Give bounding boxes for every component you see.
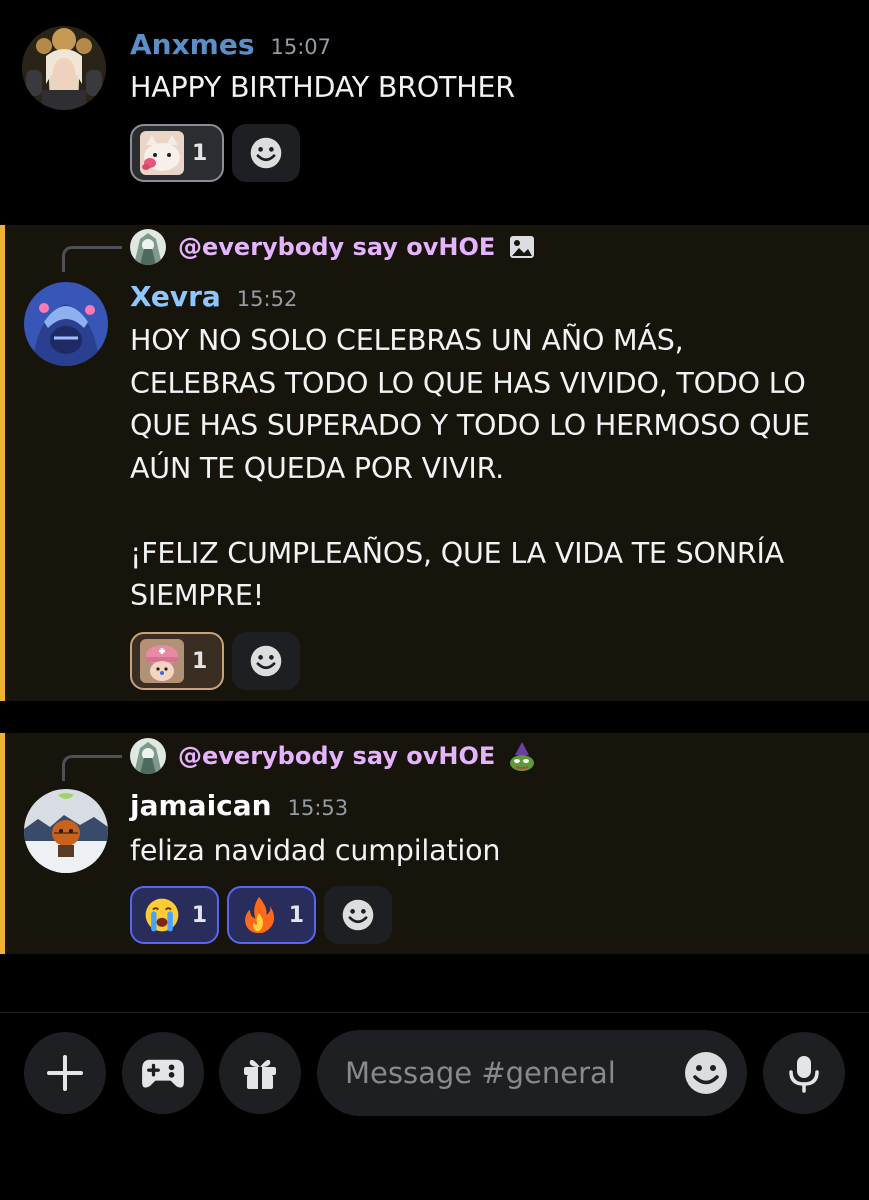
- reply-connector: [62, 246, 122, 272]
- reaction-fire[interactable]: 1: [227, 886, 316, 944]
- activities-button[interactable]: [122, 1032, 204, 1114]
- microphone-icon: [789, 1056, 819, 1093]
- emoji-icon: [250, 137, 282, 169]
- gift-button[interactable]: [219, 1032, 301, 1114]
- reply-username: @everybody say ovHOE: [178, 233, 496, 261]
- reply-preview[interactable]: @everybody say ovHOE: [130, 229, 537, 265]
- add-reaction-button[interactable]: [232, 124, 300, 182]
- gift-icon: [244, 1059, 276, 1089]
- add-reaction-button[interactable]: [324, 886, 392, 944]
- username[interactable]: jamaican: [130, 789, 272, 822]
- reaction-cat-kiss[interactable]: 1: [130, 124, 224, 182]
- message-input[interactable]: Message #general: [317, 1030, 747, 1116]
- avatar-anxmes[interactable]: [22, 26, 106, 110]
- add-attachment-button[interactable]: [24, 1032, 106, 1114]
- reaction-count: 1: [192, 140, 208, 166]
- reaction-count: 1: [191, 902, 207, 928]
- gamepad-icon: [142, 1059, 184, 1088]
- reaction-count: 1: [288, 902, 304, 928]
- message-header: Xevra 15:52: [130, 280, 297, 313]
- add-reaction-button[interactable]: [232, 632, 300, 690]
- reactions: 1: [130, 124, 300, 182]
- reactions: 1: [130, 632, 300, 690]
- message-text: feliza navidad cumpilation: [130, 834, 501, 867]
- emoji-picker-icon[interactable]: [683, 1050, 729, 1096]
- reaction-chopper[interactable]: 1: [130, 632, 224, 690]
- reply-username: @everybody say ovHOE: [178, 742, 496, 770]
- emoji-icon: [250, 645, 282, 677]
- chopper-emoji: [140, 639, 184, 683]
- reply-connector: [62, 755, 122, 781]
- emoji-icon: [342, 899, 374, 931]
- message-text: HOY NO SOLO CELEBRAS UN AÑO MÁS, CELEBRA…: [130, 324, 810, 612]
- message-anxmes: Anxmes 15:07 HAPPY BIRTHDAY BROTHER 1: [0, 0, 869, 210]
- timestamp: 15:52: [236, 287, 298, 311]
- username[interactable]: Anxmes: [130, 28, 255, 61]
- timestamp: 15:07: [270, 35, 332, 59]
- message-placeholder: Message #general: [345, 1056, 616, 1090]
- reply-preview[interactable]: @everybody say ovHOE: [130, 738, 537, 774]
- timestamp: 15:53: [287, 796, 349, 820]
- image-icon: [507, 232, 537, 262]
- message-header: jamaican 15:53: [130, 789, 348, 822]
- cat-kiss-emoji: [140, 131, 184, 175]
- voice-message-button[interactable]: [763, 1032, 845, 1114]
- username[interactable]: Xevra: [130, 280, 221, 313]
- message-xevra: @everybody say ovHOE Xevra 15:52 HOY NO …: [0, 225, 869, 701]
- plus-icon: [47, 1055, 83, 1091]
- reply-avatar: [130, 738, 166, 774]
- pepe-emoji: [507, 741, 537, 771]
- reaction-crying-face[interactable]: 1: [130, 886, 219, 944]
- reaction-count: 1: [192, 648, 208, 674]
- reactions: 1 1: [130, 886, 392, 944]
- avatar-xevra[interactable]: [24, 282, 108, 366]
- message-text: HAPPY BIRTHDAY BROTHER: [130, 71, 515, 104]
- avatar-jamaican[interactable]: [24, 789, 108, 873]
- message-header: Anxmes 15:07: [130, 28, 331, 61]
- fire-emoji: [237, 893, 281, 937]
- message-jamaican: @everybody say ovHOE jamaican 15:53 feli…: [0, 733, 869, 954]
- reply-avatar: [130, 229, 166, 265]
- crying-face-emoji: [140, 893, 184, 937]
- composer-divider: [0, 1012, 869, 1013]
